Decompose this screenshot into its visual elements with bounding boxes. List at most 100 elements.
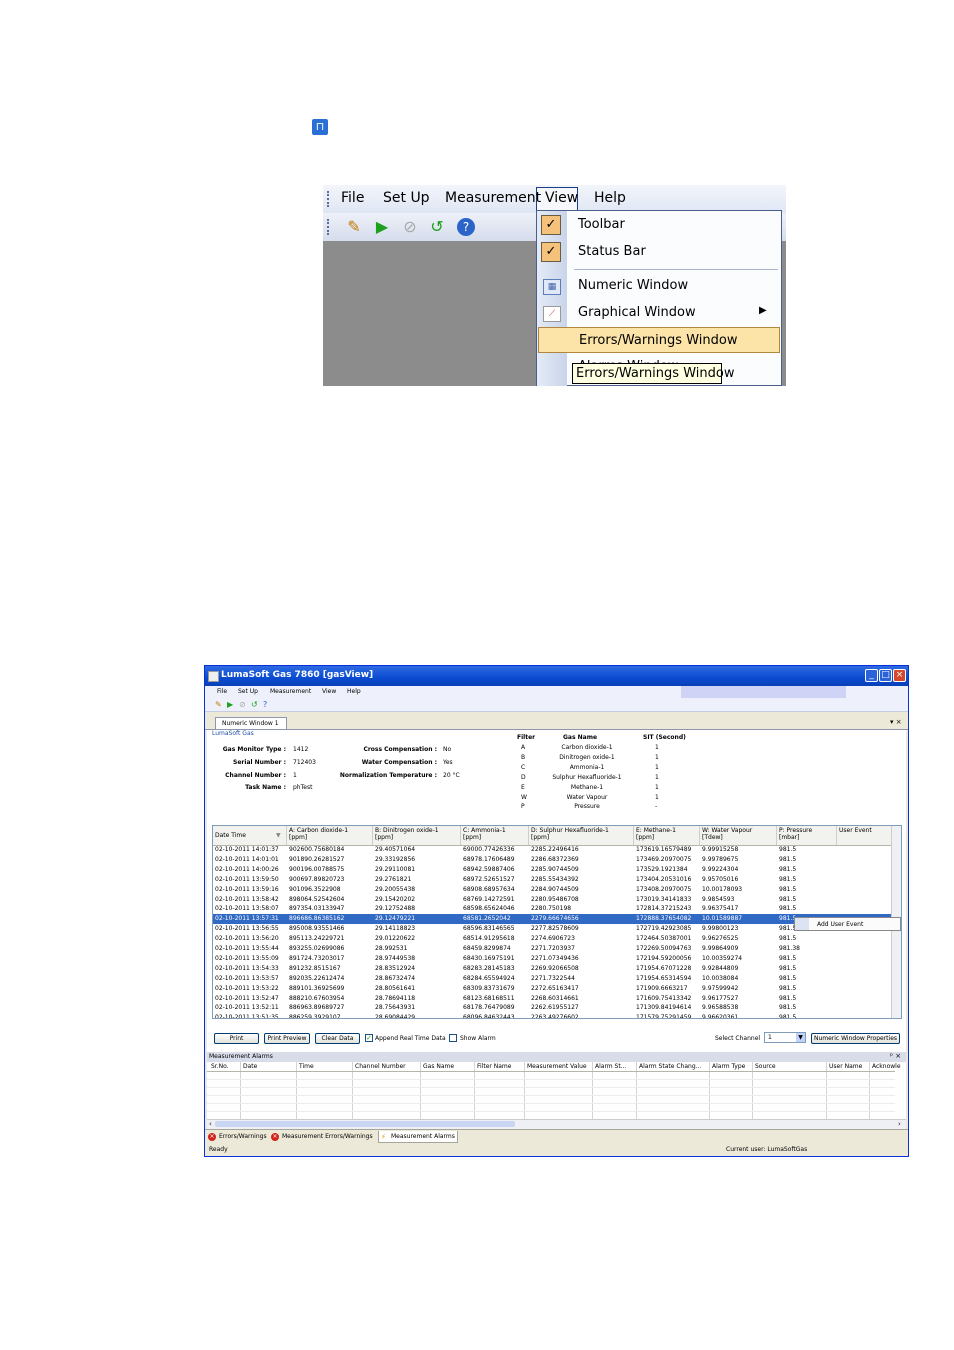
alarms-column-header[interactable]: Date: [243, 1063, 257, 1070]
table-cell: 886963.89689727: [289, 1004, 345, 1012]
tab-errors-warnings[interactable]: Errors/Warnings: [219, 1133, 267, 1140]
table-cell: 02-10-2011 13:59:16: [215, 885, 279, 893]
menu-measurement[interactable]: Measurement: [445, 190, 541, 206]
grid-column-header[interactable]: A: Carbon dioxide-1 [ppm]: [289, 827, 348, 841]
table-row[interactable]: 02-10-2011 13:59:16 901096.3522908 29.2005…: [213, 885, 893, 895]
table-cell: 888210.67603954: [289, 994, 345, 1002]
menu-item-status-bar[interactable]: ✓ Status Bar: [537, 239, 781, 265]
menu-help[interactable]: Help: [594, 190, 626, 206]
table-row[interactable]: 02-10-2011 13:56:20 895113.24229721 29.012…: [213, 934, 893, 944]
alarms-column-header[interactable]: User Name: [829, 1063, 862, 1070]
stop-icon[interactable]: ⊘: [401, 218, 419, 236]
alarms-column-header[interactable]: Alarm Type: [712, 1063, 745, 1070]
menu-setup[interactable]: Set Up: [238, 688, 258, 695]
table-cell: 02-10-2011 13:53:22: [215, 984, 279, 992]
task-name-value: phTest: [293, 784, 313, 791]
alarms-column-header[interactable]: Alarm St...: [595, 1063, 626, 1070]
table-row[interactable]: 02-10-2011 13:53:22 889101.36925699 28.805…: [213, 984, 893, 994]
scroll-left-icon[interactable]: ‹: [209, 1120, 212, 1128]
alarms-column-header[interactable]: Measurement Value: [527, 1063, 587, 1070]
table-row[interactable]: 02-10-2011 13:55:44 893255.02699086 28.992…: [213, 944, 893, 954]
table-row[interactable]: 02-10-2011 14:01:01 901890.26281527 29.331…: [213, 855, 893, 865]
table-row[interactable]: 02-10-2011 13:51:35 886259.3929107 28.6908…: [213, 1013, 893, 1018]
table-row[interactable]: 02-10-2011 13:52:11 886963.89689727 28.756…: [213, 1003, 893, 1013]
table-row[interactable]: 02-10-2011 13:53:57 892035.22612474 28.867…: [213, 974, 893, 984]
grid-column-header[interactable]: User Event: [839, 827, 872, 834]
scroll-right-icon[interactable]: ›: [898, 1120, 901, 1128]
table-row[interactable]: 02-10-2011 13:58:07 897354.03133947 29.127…: [213, 904, 893, 914]
print-button[interactable]: Print: [214, 1033, 259, 1044]
table-row[interactable]: 02-10-2011 13:54:33 891232.8515167 28.8351…: [213, 964, 893, 974]
grid-column-header[interactable]: B: Dinitrogen oxide-1 [ppm]: [375, 827, 439, 841]
grid-column-header[interactable]: W: Water Vapour [Tdew]: [702, 827, 752, 841]
tab-numeric-window[interactable]: Numeric Window 1: [215, 717, 287, 729]
reset-icon[interactable]: ↺: [428, 218, 446, 236]
alarms-column-header[interactable]: Acknowle: [872, 1063, 901, 1070]
table-row[interactable]: 02-10-2011 13:56:55 895008.93551466 29.141…: [213, 924, 893, 934]
table-row[interactable]: 02-10-2011 13:52:47 888210.67603954 28.786…: [213, 994, 893, 1004]
table-cell: 9.96276525: [702, 935, 739, 943]
maximize-icon[interactable]: □: [879, 669, 892, 682]
setup-icon[interactable]: ✎: [345, 218, 363, 236]
alarms-column-header[interactable]: Alarm State Chang...: [639, 1063, 701, 1070]
add-user-event-item[interactable]: Add User Event: [817, 921, 863, 928]
filter-letter: E: [521, 783, 525, 791]
start-icon[interactable]: ▶: [227, 700, 233, 709]
table-row[interactable]: 02-10-2011 14:00:26 900196.00788575 29.291…: [213, 865, 893, 875]
filter-sit: 1: [655, 763, 659, 771]
grid-column-header[interactable]: C: Ammonia-1 [ppm]: [463, 827, 506, 841]
channel-number-value: 1: [293, 772, 297, 779]
horizontal-scrollbar[interactable]: ‹ ›: [207, 1119, 906, 1129]
menu-view[interactable]: View: [322, 688, 336, 695]
menu-help[interactable]: Help: [347, 688, 361, 695]
numeric-window-properties-button[interactable]: Numeric Window Properties: [811, 1033, 900, 1044]
grid-header-title: C: Ammonia-1: [463, 827, 506, 834]
panel-pin-close-icon[interactable]: ᵖ ×: [890, 1052, 901, 1060]
table-row[interactable]: 02-10-2011 13:58:42 898064.52542604 29.154…: [213, 895, 893, 905]
reset-icon[interactable]: ↺: [251, 700, 258, 709]
alarms-column-header[interactable]: Time: [299, 1063, 314, 1070]
grid-column-header[interactable]: Date Time: [215, 832, 246, 839]
stop-icon[interactable]: ⊘: [239, 700, 246, 709]
table-cell: 2274.6906723: [531, 935, 575, 943]
alarms-column-header[interactable]: Source: [755, 1063, 776, 1070]
tab-dropdown-icon[interactable]: ▾ ×: [890, 718, 902, 726]
table-cell: 68514.91295618: [463, 935, 515, 943]
show-alarm-checkbox[interactable]: [449, 1034, 457, 1042]
table-row[interactable]: 02-10-2011 14:01:37 902600.75680184 29.405…: [213, 845, 893, 855]
menu-setup[interactable]: Set Up: [383, 190, 430, 206]
alarms-column-header[interactable]: Channel Number: [355, 1063, 406, 1070]
table-row[interactable]: 02-10-2011 13:57:31 896686.86385162 29.124…: [213, 914, 893, 925]
grid-column-header[interactable]: P: Pressure [mbar]: [779, 827, 812, 841]
menu-measurement[interactable]: Measurement: [270, 688, 311, 695]
menu-view[interactable]: View: [545, 190, 578, 206]
tab-measurement-alarms[interactable]: Measurement Alarms: [391, 1133, 455, 1140]
append-real-time-checkbox[interactable]: ✓: [365, 1034, 373, 1042]
menu-file[interactable]: File: [341, 190, 364, 206]
menu-item-numeric-window[interactable]: ▦ Numeric Window: [537, 273, 781, 299]
alarms-column-header[interactable]: Gas Name: [423, 1063, 454, 1070]
menu-item-graphical-window[interactable]: ⟋ Graphical Window ▶: [537, 300, 781, 326]
scroll-thumb[interactable]: [215, 1121, 515, 1127]
help-icon[interactable]: ?: [457, 218, 475, 236]
select-channel-dropdown[interactable]: 1 ▼: [764, 1032, 806, 1043]
menu-file[interactable]: File: [217, 688, 227, 695]
start-icon[interactable]: ▶: [373, 218, 391, 236]
print-preview-button[interactable]: Print Preview: [264, 1033, 310, 1044]
grid-column-header[interactable]: E: Methane-1 [ppm]: [636, 827, 676, 841]
close-icon[interactable]: ×: [893, 669, 906, 682]
menu-item-errors-warnings-window[interactable]: Errors/Warnings Window: [538, 327, 780, 353]
alarms-column-header[interactable]: Sr.No.: [211, 1063, 229, 1070]
minimize-icon[interactable]: _: [865, 669, 878, 682]
table-row[interactable]: 02-10-2011 13:59:50 900697.89820723 29.276…: [213, 875, 893, 885]
grid-column-header[interactable]: D: Sulphur Hexafluoride-1 [ppm]: [531, 827, 609, 841]
filter-table-header: Gas Name: [563, 734, 598, 741]
numeric-window-panel: LumaSoft Gas Gas Monitor Type : 1412 Ser…: [207, 730, 906, 1086]
alarms-column-header[interactable]: Filter Name: [477, 1063, 511, 1070]
help-icon[interactable]: ?: [263, 700, 267, 709]
setup-icon[interactable]: ✎: [215, 700, 222, 709]
clear-data-button[interactable]: Clear Data: [315, 1033, 360, 1044]
table-row[interactable]: 02-10-2011 13:55:09 891724.73203017 28.974…: [213, 954, 893, 964]
menu-item-toolbar[interactable]: ✓ Toolbar: [537, 212, 781, 238]
tab-measurement-errors-warnings[interactable]: Measurement Errors/Warnings: [282, 1133, 373, 1140]
